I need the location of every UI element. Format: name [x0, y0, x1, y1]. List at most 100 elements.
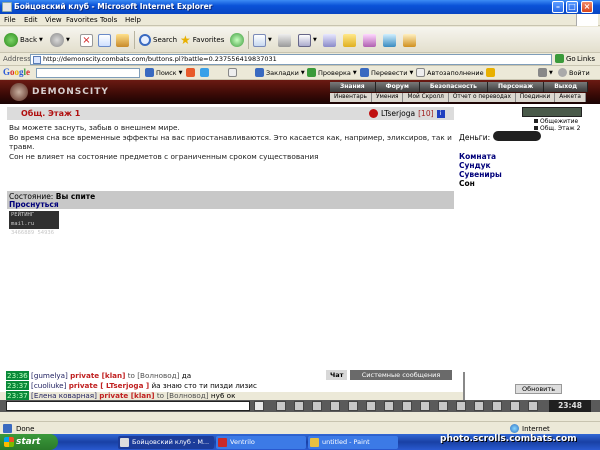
home-button[interactable] — [116, 32, 129, 48]
rating-counter[interactable]: РЕЙТИНГ 8884574071 — [9, 211, 59, 227]
edit-button[interactable]: ▼ — [298, 32, 317, 48]
google-pencil-button[interactable] — [486, 68, 495, 77]
address-input[interactable]: http://demonscity.combats.com/buttons.pl… — [30, 54, 552, 65]
google-icon-btn-2[interactable] — [200, 68, 209, 77]
history-button[interactable] — [230, 32, 244, 48]
back-button[interactable]: Back ▼ — [4, 32, 43, 48]
nav-forum[interactable]: Форум — [375, 82, 420, 92]
scroll-icon[interactable] — [438, 401, 448, 411]
chat-nick[interactable]: [gumelya] — [31, 371, 68, 380]
souvenirs-link[interactable]: Сувениры — [459, 170, 502, 179]
signin-button[interactable]: Войти — [558, 68, 590, 77]
radio-icon[interactable] — [492, 401, 502, 411]
chat-private-tag[interactable]: private [ LTserjoga ] — [69, 381, 150, 390]
chat-recipient: to [Волновод] — [127, 371, 180, 380]
smiley-icon[interactable] — [312, 401, 322, 411]
subnav-inventory[interactable]: Инвентарь — [330, 93, 372, 102]
stop-button[interactable]: × — [80, 32, 93, 48]
info-icon[interactable]: i — [436, 109, 445, 118]
sound-icon[interactable] — [510, 401, 520, 411]
tab-system-messages[interactable]: Системные сообщения — [350, 370, 452, 380]
subnav-skills[interactable]: Умения — [372, 93, 404, 102]
nav-knowledge[interactable]: Знания — [330, 82, 376, 92]
chat-private-tag[interactable]: private [klan] — [99, 391, 154, 400]
private-icon[interactable] — [330, 401, 340, 411]
links-button[interactable]: Links — [577, 55, 595, 63]
google-search-input[interactable] — [36, 68, 140, 78]
nav-security[interactable]: Безопасность — [419, 82, 488, 92]
menu-view[interactable]: View — [45, 16, 62, 24]
go-button[interactable]: Go — [555, 54, 576, 63]
subnav-my-scroll[interactable]: Мой Скролл — [403, 93, 449, 102]
chat-nick[interactable]: [cuoliuke] — [31, 381, 66, 390]
nav-exit[interactable]: Выход — [544, 82, 589, 92]
exit-icon[interactable] — [528, 401, 538, 411]
music-icon[interactable] — [366, 401, 376, 411]
chat-message-input[interactable] — [6, 401, 250, 411]
minimize-button[interactable]: – — [552, 1, 564, 13]
taskbar-item-ventrilo[interactable]: Ventrilo — [216, 436, 306, 449]
chest-link[interactable]: Сундук — [459, 161, 491, 170]
menu-file[interactable]: File — [4, 16, 16, 24]
mail-button[interactable]: ▼ — [253, 32, 272, 48]
spellcheck-button[interactable]: Проверка ▼ — [307, 68, 357, 77]
chat-time[interactable]: 23:37 — [6, 391, 29, 400]
tab-chat[interactable]: Чат — [326, 370, 348, 380]
menu-edit[interactable]: Edit — [24, 16, 38, 24]
room-link[interactable]: Комната — [459, 152, 496, 161]
sub-nav: Инвентарь Умения Мой Скролл Отчет о пере… — [330, 93, 586, 102]
taskbar-item-paint[interactable]: untitled - Paint — [308, 436, 398, 449]
map-link-dorm[interactable]: Общежитие — [534, 118, 578, 125]
globe-icon — [510, 424, 519, 433]
subnav-battles[interactable]: Поединки — [516, 93, 556, 102]
group-icon[interactable] — [456, 401, 466, 411]
menu-help[interactable]: Help — [125, 16, 141, 24]
wake-up-link[interactable]: Проснуться — [9, 200, 59, 209]
minimap[interactable] — [522, 107, 582, 117]
google-settings-button[interactable]: ▼ — [538, 68, 553, 77]
menu-favorites[interactable]: Favorites — [66, 16, 98, 24]
refresh-list-button[interactable]: Обновить — [515, 384, 563, 394]
subnav-profile[interactable]: Анкета — [555, 93, 586, 102]
user-name[interactable]: LTserjoga — [381, 109, 415, 118]
bookmarks-button[interactable]: Закладки ▼ — [255, 68, 305, 77]
subnav-transfer-report[interactable]: Отчет о переводах — [449, 93, 516, 102]
tool-button-3[interactable] — [403, 32, 416, 48]
forward-button[interactable]: ▼ — [50, 32, 70, 48]
clear-icon[interactable] — [276, 401, 286, 411]
google-search-button[interactable]: Поиск ▼ — [145, 68, 182, 77]
start-button[interactable]: start — [0, 434, 58, 450]
maximize-button[interactable]: □ — [566, 1, 578, 13]
trade-icon[interactable] — [348, 401, 358, 411]
tool-icon[interactable] — [474, 401, 484, 411]
refresh-button[interactable] — [98, 32, 111, 48]
log-icon[interactable] — [402, 401, 412, 411]
tool-button-1[interactable] — [363, 32, 376, 48]
close-button[interactable]: × — [581, 1, 593, 13]
ie-window: Бойцовский клуб - Microsoft Internet Exp… — [0, 0, 600, 450]
chat-time[interactable]: 23:36 — [6, 371, 29, 380]
send-arrow-icon[interactable] — [254, 401, 264, 411]
taskbar-item-ie[interactable]: Бойцовский клуб - M... — [118, 436, 214, 449]
map-link-floor-2[interactable]: Общ. Этаж 2 — [534, 125, 580, 132]
face-icon[interactable] — [420, 401, 430, 411]
google-icon-btn-1[interactable] — [186, 68, 195, 77]
filter-icon[interactable] — [294, 401, 304, 411]
folder-button[interactable] — [343, 32, 356, 48]
nav-character[interactable]: Персонаж — [487, 82, 545, 92]
print-button[interactable] — [278, 32, 291, 48]
chat-time[interactable]: 23:37 — [6, 381, 29, 390]
search-button[interactable]: Search — [139, 32, 177, 48]
mailru-counter[interactable]: mail.ru 3466889 54936 — [9, 220, 59, 236]
location-bar: Общ. Этаж 1 LTserjoga [10] i — [7, 107, 454, 120]
google-icon-btn-3[interactable] — [228, 68, 237, 77]
favorites-button[interactable]: ★ Favorites — [180, 32, 224, 48]
chat-nick[interactable]: [Елена коварная] — [31, 391, 97, 400]
discuss-button[interactable] — [323, 32, 336, 48]
note-icon[interactable] — [384, 401, 394, 411]
menu-tools[interactable]: Tools — [100, 16, 117, 24]
autofill-button[interactable]: Автозаполнение — [416, 68, 484, 77]
tool-button-2[interactable] — [383, 32, 396, 48]
chat-private-tag[interactable]: private [klan] — [70, 371, 125, 380]
translate-button[interactable]: Перевести ▼ — [360, 68, 413, 77]
